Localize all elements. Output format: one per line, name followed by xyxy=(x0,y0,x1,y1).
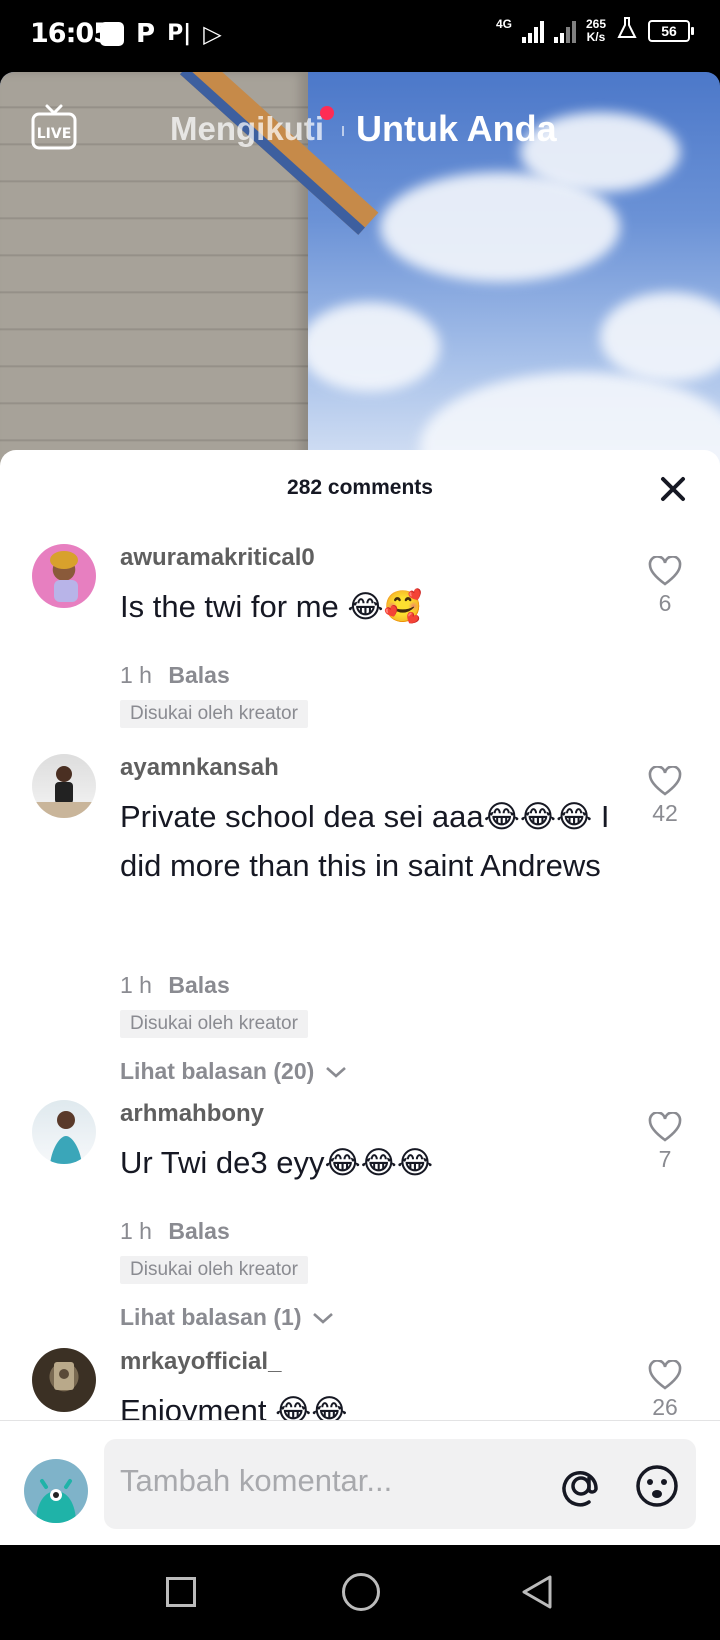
comment-username[interactable]: arhmahbony xyxy=(120,1100,264,1128)
comments-header: 282 comments xyxy=(0,450,720,526)
comment-username[interactable]: ayamnkansah xyxy=(120,754,279,782)
like-count: 26 xyxy=(652,1394,678,1420)
comment-item: awuramakritical0 Is the twi for me 😂🥰 1 … xyxy=(0,544,720,728)
reply-button[interactable]: Balas xyxy=(168,662,229,688)
comment-username[interactable]: awuramakritical0 xyxy=(120,544,315,572)
system-navigation-bar xyxy=(0,1545,720,1640)
creator-liked-badge: Disukai oleh kreator xyxy=(120,1010,308,1038)
comment-time: 1 h xyxy=(120,662,152,688)
view-replies-button[interactable]: Lihat balasan (1) xyxy=(120,1304,334,1331)
at-icon xyxy=(562,1471,598,1507)
video-player[interactable]: LIVE Mengikuti Untuk Anda xyxy=(0,72,720,492)
tab-following[interactable]: Mengikuti xyxy=(170,110,324,148)
like-button[interactable]: 6 xyxy=(640,556,690,617)
comment-time: 1 h xyxy=(120,1218,152,1244)
back-triangle-icon xyxy=(522,1575,552,1609)
parking-app-icon: P xyxy=(136,19,156,49)
view-replies-label: Lihat balasan (20) xyxy=(120,1058,315,1084)
avatar[interactable] xyxy=(32,1348,96,1412)
comment-item: ayamnkansah Private school dea sei aaa😂😂… xyxy=(0,754,720,1084)
like-button[interactable]: 26 xyxy=(640,1360,690,1421)
creator-liked-badge: Disukai oleh kreator xyxy=(120,1256,308,1284)
signal-icon xyxy=(521,19,544,43)
reply-button[interactable]: Balas xyxy=(168,1218,229,1244)
close-button[interactable] xyxy=(658,474,688,504)
like-count: 42 xyxy=(652,800,678,826)
comment-text: Is the twi for me 😂🥰 xyxy=(120,589,423,624)
avatar[interactable] xyxy=(32,1100,96,1164)
signal-2-icon xyxy=(553,19,576,43)
network-type-label: 4G xyxy=(495,17,512,31)
live-label: LIVE xyxy=(37,126,72,142)
comment-item: arhmahbony Ur Twi de3 eyy😂😂😂 1 h Balas D… xyxy=(0,1100,720,1330)
heart-icon xyxy=(648,1360,682,1390)
close-icon xyxy=(661,477,685,501)
home-button[interactable] xyxy=(342,1573,380,1611)
emoji-button[interactable] xyxy=(634,1463,680,1509)
like-button[interactable]: 42 xyxy=(640,766,690,827)
like-count: 6 xyxy=(658,590,672,616)
comment-text: Private school dea sei aaa😂😂😂 I did more… xyxy=(120,799,610,883)
creator-liked-badge: Disukai oleh kreator xyxy=(120,700,308,728)
like-button[interactable]: 7 xyxy=(640,1112,690,1173)
comment-meta: 1 h Balas xyxy=(120,662,230,689)
live-button[interactable]: LIVE xyxy=(30,102,78,150)
cloud-shape xyxy=(600,292,720,382)
comment-input-placeholder: Tambah komentar... xyxy=(120,1463,393,1498)
comments-sheet: 282 comments awuramakritical0 Is the twi… xyxy=(0,450,720,1545)
notification-icons: P P| ▷ xyxy=(100,20,222,48)
speed-value: 265 xyxy=(585,16,606,31)
app-notification-icon xyxy=(100,22,124,46)
p-app-icon: P| xyxy=(167,21,192,46)
live-tv-icon: LIVE xyxy=(31,104,77,150)
battery-icon: 56 xyxy=(648,19,694,42)
comment-count: 282 comments xyxy=(287,476,433,499)
new-content-dot xyxy=(320,106,334,120)
chevron-down-icon xyxy=(313,1313,333,1324)
emoji-icon xyxy=(636,1465,678,1507)
tab-separator xyxy=(342,126,344,136)
comment-input-bar: Tambah komentar... xyxy=(0,1421,720,1545)
cloud-shape xyxy=(300,302,440,392)
feed-top-nav: LIVE Mengikuti Untuk Anda xyxy=(0,72,720,192)
comment-meta: 1 h Balas xyxy=(120,972,230,999)
avatar[interactable] xyxy=(32,754,96,818)
view-replies-button[interactable]: Lihat balasan (20) xyxy=(120,1058,347,1085)
back-button[interactable] xyxy=(520,1573,554,1616)
system-indicators: 4G 265 K/s 56 xyxy=(495,16,694,45)
comment-input[interactable]: Tambah komentar... xyxy=(104,1439,696,1529)
tab-for-you[interactable]: Untuk Anda xyxy=(356,108,557,150)
avatar[interactable] xyxy=(32,544,96,608)
mention-button[interactable] xyxy=(558,1463,604,1509)
my-avatar xyxy=(24,1459,88,1523)
heart-icon xyxy=(648,1112,682,1142)
like-count: 7 xyxy=(658,1146,672,1172)
comment-meta: 1 h Balas xyxy=(120,1218,230,1245)
view-replies-label: Lihat balasan (1) xyxy=(120,1304,302,1330)
comment-text: Ur Twi de3 eyy😂😂😂 xyxy=(120,1145,434,1180)
speed-unit: K/s xyxy=(586,29,606,44)
status-time: 16:05 xyxy=(30,18,112,49)
comment-username[interactable]: mrkayofficial_ xyxy=(120,1348,281,1376)
reply-button[interactable]: Balas xyxy=(168,972,229,998)
recent-apps-button[interactable] xyxy=(166,1577,196,1607)
chevron-down-icon xyxy=(325,1067,346,1078)
heart-icon xyxy=(648,556,682,586)
heart-icon xyxy=(648,766,682,796)
status-bar: 16:05 P P| ▷ 4G 265 K/s 56 xyxy=(0,0,720,72)
lab-flask-icon xyxy=(616,16,638,45)
play-store-icon: ▷ xyxy=(203,20,222,48)
comment-time: 1 h xyxy=(120,972,152,998)
network-speed: 265 K/s xyxy=(585,16,606,44)
